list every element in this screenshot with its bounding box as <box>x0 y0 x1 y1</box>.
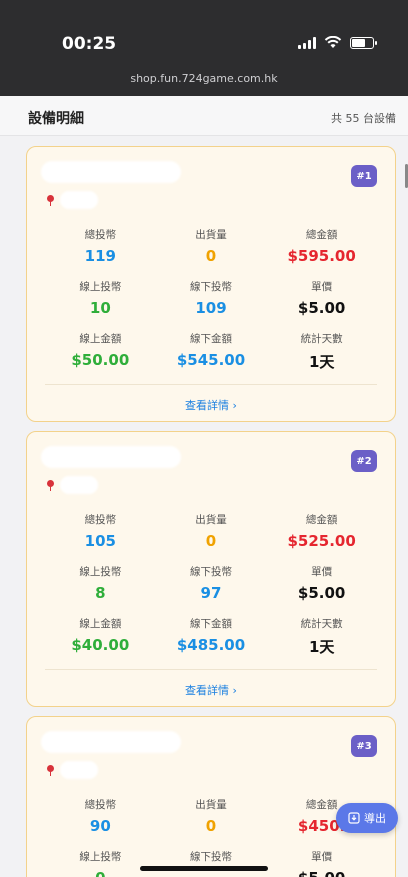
status-bar: 00:25 shop.fun.724game.com.hk <box>0 0 408 96</box>
stat-offline-coins: 線下投幣 <box>189 851 232 863</box>
stat-dispensed: 出貨量 0 <box>195 514 227 550</box>
stat-days: 統計天數 1天 <box>300 618 343 656</box>
device-count: 共 55 台設備 <box>331 112 396 125</box>
device-location <box>47 191 98 209</box>
stat-offline-amount: 線下金額 $545.00 <box>176 333 246 369</box>
device-index-badge: #1 <box>351 165 377 187</box>
stat-dispensed: 出貨量 0 <box>195 799 227 835</box>
device-location <box>47 476 98 494</box>
device-index-badge: #3 <box>351 735 377 757</box>
address-redacted <box>60 761 98 779</box>
stat-offline-coins: 線下投幣 109 <box>189 281 232 317</box>
address-redacted <box>60 191 98 209</box>
stat-total-coins: 總投幣 90 <box>84 799 117 835</box>
page-title: 設備明細 <box>28 111 84 127</box>
stat-online-coins: 線上投幣0 <box>79 851 122 877</box>
device-name-redacted <box>41 161 181 183</box>
location-pin-icon <box>47 765 54 776</box>
stat-total-amount: 總金額 $525.00 <box>287 514 356 550</box>
stat-dispensed: 出貨量 0 <box>195 229 227 265</box>
device-name-redacted <box>41 731 181 753</box>
wifi-icon <box>324 36 342 48</box>
stat-total-coins: 總投幣 119 <box>84 229 117 265</box>
stat-unit-price: 單價$5.00 <box>298 851 345 877</box>
location-pin-icon <box>47 195 54 206</box>
signal-icon <box>298 36 316 49</box>
device-card: #2 總投幣 105 出貨量 0 總金額 $525.00 線上投幣 8 線下投幣 97 單… <box>26 431 396 707</box>
stat-online-coins: 線上投幣 10 <box>79 281 122 317</box>
stats-grid: 總投幣 119 出貨量 0 總金額 $595.00 線上投幣 10 線下投幣 109 單價… <box>45 227 377 377</box>
stat-total-amount: 總金額 $595.00 <box>287 229 356 265</box>
stat-online-coins: 線上投幣 8 <box>79 566 122 602</box>
stat-total-coins: 總投幣 105 <box>84 514 117 550</box>
device-name-redacted <box>41 446 181 468</box>
device-location <box>47 761 98 779</box>
home-indicator[interactable] <box>140 866 268 871</box>
device-index-badge: #2 <box>351 450 377 472</box>
stat-unit-price: 單價$5.00 <box>297 566 346 602</box>
stat-online-amount: 線上金額 $50.00 <box>71 333 130 369</box>
stats-grid: 總投幣90 出貨量0 總金額$450. 線上投幣0 線下投幣 單價$5.00 <box>45 797 377 877</box>
stat-offline-coins: 線下投幣 97 <box>189 566 232 602</box>
export-button[interactable]: 導出 <box>336 803 398 833</box>
system-icons <box>298 36 377 49</box>
stat-unit-price: 單價$5.00 <box>297 281 346 317</box>
battery-icon <box>350 36 377 49</box>
location-pin-icon <box>47 480 54 491</box>
stat-days: 統計天數 1天 <box>300 333 343 371</box>
stat-offline-amount: 線下金額 $485.00 <box>176 618 246 654</box>
browser-url[interactable]: shop.fun.724game.com.hk <box>0 72 408 85</box>
address-redacted <box>60 476 98 494</box>
card-divider <box>45 669 377 670</box>
device-card: #3 總投幣90 出貨量0 總金額$450. 線上投幣0 線下投幣 單價$5.0… <box>26 716 396 877</box>
page-header: 設備明細 共 55 台設備 <box>0 96 408 136</box>
export-label: 導出 <box>364 812 386 825</box>
download-icon <box>348 812 360 824</box>
status-time: 00:25 <box>62 34 117 54</box>
device-card: #1 總投幣 119 出貨量 0 總金額 $595.00 線上投幣 10 線下投幣 109… <box>26 146 396 422</box>
stats-grid: 總投幣 105 出貨量 0 總金額 $525.00 線上投幣 8 線下投幣 97 單價 $5… <box>45 512 377 662</box>
stat-online-amount: 線上金額 $40.00 <box>71 618 130 654</box>
view-details-link[interactable]: 查看詳情 › <box>27 682 395 698</box>
view-details-link[interactable]: 查看詳情 › <box>27 397 395 413</box>
card-divider <box>45 384 377 385</box>
